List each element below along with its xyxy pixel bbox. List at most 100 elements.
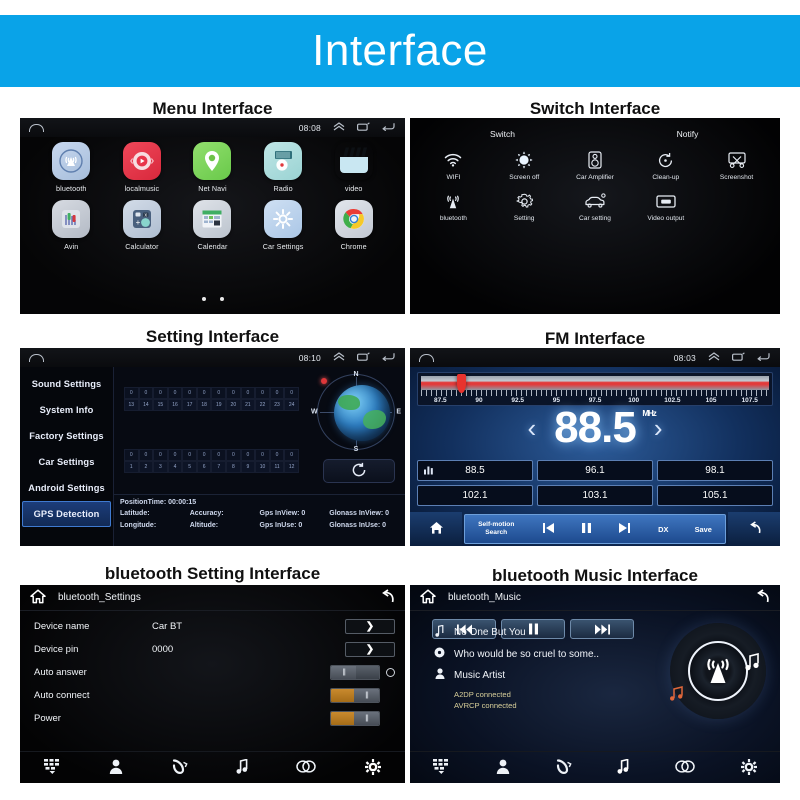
gps-refresh-button[interactable] (323, 459, 395, 483)
caption-menu-interface: Menu Interface (152, 99, 273, 118)
fm-preset-4[interactable]: 102.1 (417, 485, 533, 506)
switch-video-output[interactable]: Video output (630, 189, 701, 222)
page-indicator-dots[interactable] (20, 288, 405, 306)
app-radio[interactable]: Radio (253, 142, 313, 193)
fm-preset-2[interactable]: 96.1 (537, 460, 653, 481)
bt-music-track-info: No One But You Who would be so cruel to … (434, 624, 649, 712)
fm-dx-button[interactable]: DX (658, 525, 668, 534)
fm-preset-1[interactable]: 88.5 (417, 460, 533, 481)
back-icon[interactable] (754, 588, 770, 607)
fm-tuner-cursor[interactable] (456, 374, 466, 393)
app-video[interactable]: video (324, 142, 384, 193)
fm-preset-5[interactable]: 103.1 (537, 485, 653, 506)
back-icon[interactable] (382, 122, 395, 134)
app-net-navi[interactable]: Net Navi (182, 142, 242, 193)
row-label: Device pin (34, 644, 79, 655)
dialpad-icon[interactable] (432, 759, 450, 776)
row-label: Device name (34, 621, 90, 632)
setting-body: Sound Settings System Info Factory Setti… (20, 367, 405, 546)
call-log-icon[interactable] (172, 759, 188, 776)
bt-music-title: bluetooth_Music (448, 592, 521, 603)
switch-setting[interactable]: Setting (489, 189, 560, 222)
chevron-up-icon[interactable] (708, 351, 720, 364)
music-note-icon[interactable] (617, 758, 629, 776)
dialpad-icon[interactable] (44, 759, 61, 776)
device-name-edit-button[interactable]: ❯ (345, 619, 395, 634)
back-icon[interactable] (379, 588, 395, 607)
switch-label: Car Amplifier (576, 174, 614, 181)
sat-id: 22 (255, 399, 270, 411)
back-icon[interactable] (757, 352, 770, 364)
switch-cleanup[interactable]: Clean-up (630, 148, 701, 181)
fm-home-button[interactable] (410, 512, 462, 546)
home-icon[interactable] (420, 588, 436, 607)
sidebar-item-android-settings[interactable]: Android Settings (20, 475, 113, 501)
music-note-icon[interactable] (236, 758, 248, 776)
gear-ic on[interactable] (741, 758, 758, 777)
sidebar-item-car-settings[interactable]: Car Settings (20, 449, 113, 475)
fm-next-button[interactable] (618, 522, 632, 537)
sidebar-item-factory-settings[interactable]: Factory Settings (20, 423, 113, 449)
home-icon[interactable] (30, 588, 46, 607)
toggle-track-on (331, 689, 354, 702)
switch-car-amplifier[interactable]: Car Amplifier (560, 148, 631, 181)
home-icon[interactable] (29, 123, 44, 133)
fm-back-button[interactable] (728, 512, 780, 546)
recents-icon[interactable] (732, 351, 745, 364)
fm-tuner-band[interactable]: 87.5 90 92.5 95 97.5 100 102.5 105 107.5 (417, 372, 773, 406)
power-toggle[interactable]: ||| (330, 711, 380, 726)
fm-pause-button[interactable] (581, 522, 592, 537)
gear-icon (264, 200, 303, 238)
link-rings-icon[interactable] (296, 760, 317, 775)
switch-wifi[interactable]: WIFI (418, 148, 489, 181)
sidebar-item-system-info[interactable]: System Info (20, 397, 113, 423)
app-localmusic[interactable]: localmusic (112, 142, 172, 193)
search-label-line2: Search (485, 529, 508, 536)
back-icon[interactable] (382, 352, 395, 364)
app-chrome[interactable]: Chrome (324, 200, 384, 251)
home-icon[interactable] (419, 353, 434, 363)
page-dot-1[interactable] (201, 297, 206, 301)
bluetooth-music-panel: bluetooth_Music No One But You Who would… (410, 585, 780, 783)
fm-self-motion-search-button[interactable]: Self-motion Search (478, 521, 514, 536)
gear-icon[interactable] (364, 758, 381, 777)
app-avin[interactable]: Avin (41, 200, 101, 251)
app-car-settings[interactable]: Car Settings (253, 200, 313, 251)
fm-prev-station-button[interactable]: ‹ (528, 415, 537, 441)
device-pin-edit-button[interactable]: ❯ (345, 642, 395, 657)
album-name: Who would be so cruel to some.. (454, 648, 600, 660)
call-log-icon[interactable] (556, 759, 572, 776)
page-dot-2[interactable] (219, 297, 224, 301)
chevron-up-icon[interactable] (333, 121, 345, 134)
fm-next-station-button[interactable]: › (654, 415, 663, 441)
bluetooth-signal-icon (52, 142, 91, 180)
switch-screen-off[interactable]: Screen off (489, 148, 560, 181)
interface-overview-page: Interface Menu Interface Switch Interfac… (0, 0, 800, 800)
app-calculator[interactable]: x + Calculator (112, 200, 172, 251)
app-calendar[interactable]: Calendar (182, 200, 242, 251)
switch-label: Car setting (579, 215, 611, 222)
auto-connect-toggle[interactable]: ||| (330, 688, 380, 703)
bt-music-header: bluetooth_Music (410, 585, 780, 611)
home-icon[interactable] (29, 353, 44, 363)
sidebar-item-gps-detection[interactable]: GPS Detection (22, 501, 111, 527)
app-bluetooth[interactable]: bluetooth (41, 142, 101, 193)
sat-value: 0 (269, 387, 285, 399)
switch-car-setting[interactable]: Car setting (560, 189, 631, 222)
sidebar-item-sound-settings[interactable]: Sound Settings (20, 371, 113, 397)
fm-prev-button[interactable] (541, 522, 555, 537)
compass-east-label: E (396, 408, 401, 416)
chevron-up-icon[interactable] (333, 351, 345, 364)
fm-preset-6[interactable]: 105.1 (657, 485, 773, 506)
recents-icon[interactable] (357, 121, 370, 134)
link-rings-icon[interactable] (675, 760, 695, 775)
switch-bluetooth[interactable]: bluetooth (418, 189, 489, 222)
contacts-icon[interactable] (109, 759, 123, 776)
fm-preset-3[interactable]: 98.1 (657, 460, 773, 481)
compass-west-label: W (311, 408, 318, 416)
auto-answer-toggle[interactable]: ||| (330, 665, 380, 680)
fm-save-button[interactable]: Save (695, 525, 712, 534)
switch-screenshot[interactable]: Screenshot (701, 148, 772, 181)
recents-icon[interactable] (357, 351, 370, 364)
contacts-icon[interactable] (496, 759, 510, 776)
